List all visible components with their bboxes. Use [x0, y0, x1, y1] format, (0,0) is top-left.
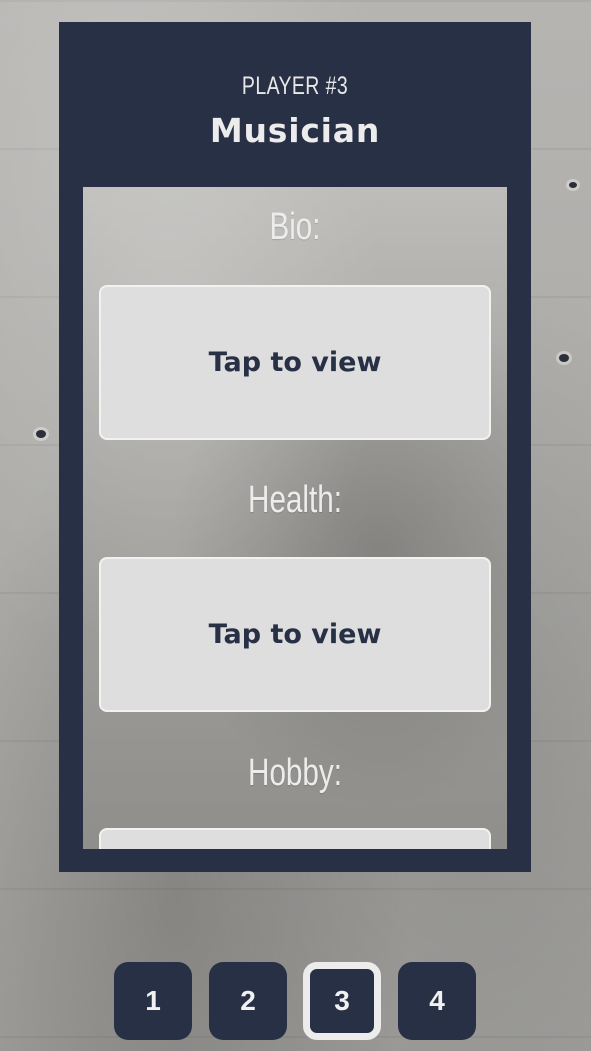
player-card: PLAYER #3 Musician Bio: Tap to view Heal…: [59, 22, 531, 872]
player-number: PLAYER #3: [241, 72, 349, 100]
player-details-panel[interactable]: Bio: Tap to view Health: Tap to view Hob…: [83, 187, 507, 849]
player-tab-1[interactable]: 1: [114, 962, 192, 1040]
player-role: Musician: [209, 111, 381, 150]
player-tab-4[interactable]: 4: [398, 962, 476, 1040]
player-tabs: 1 2 3 4: [0, 962, 591, 1042]
wall-hole: [559, 354, 569, 362]
player-tab-2[interactable]: 2: [209, 962, 287, 1040]
hobby-label: Hobby:: [248, 752, 342, 794]
wall-hole: [569, 182, 577, 188]
bio-label: Bio:: [269, 206, 321, 248]
wall-hole: [36, 430, 46, 438]
bio-reveal-button[interactable]: Tap to view: [99, 285, 491, 440]
health-reveal-button[interactable]: Tap to view: [99, 557, 491, 712]
player-tab-3[interactable]: 3: [303, 962, 381, 1040]
hobby-reveal-button[interactable]: [99, 828, 491, 849]
health-label: Health:: [248, 479, 342, 521]
